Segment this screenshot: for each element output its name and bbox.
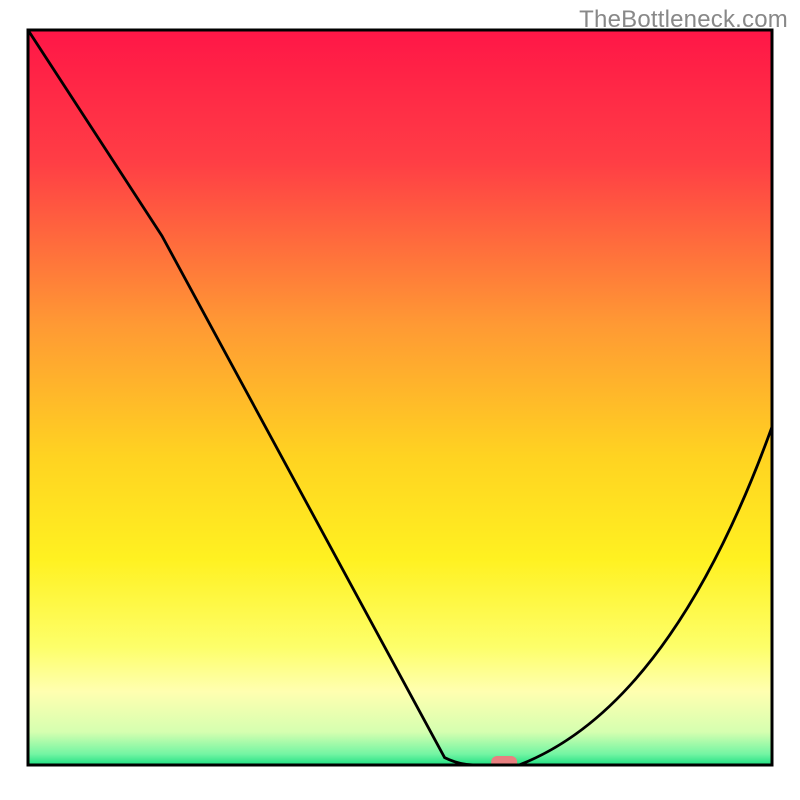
plot-background — [28, 30, 772, 765]
bottleneck-chart — [0, 0, 800, 800]
optimal-marker — [491, 756, 517, 770]
watermark-label: TheBottleneck.com — [579, 6, 788, 34]
chart-container: TheBottleneck.com — [0, 0, 800, 800]
